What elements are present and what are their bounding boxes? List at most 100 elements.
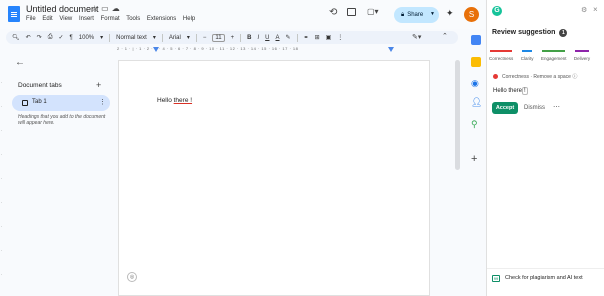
font-size-input[interactable]: 11 <box>212 33 225 42</box>
suggestion-text: Hello there <box>493 88 523 94</box>
toolbar-divider <box>296 33 298 42</box>
ruler-tick: · <box>1 152 3 157</box>
suggestion-preview: Hello there! <box>493 87 528 95</box>
insert-image-icon[interactable]: ▣ <box>326 34 332 41</box>
accept-button[interactable]: Accept <box>492 102 518 114</box>
close-icon[interactable]: × <box>593 5 598 14</box>
share-button[interactable]: 🔒︎ Share ▼ <box>394 7 439 23</box>
tab-correctness[interactable]: Correctness <box>489 50 513 61</box>
text-color-icon[interactable]: A <box>276 35 280 41</box>
document-title[interactable]: Untitled document <box>26 4 99 14</box>
ruler-tick: · <box>1 176 3 181</box>
spellcheck-icon[interactable]: ✓ <box>59 34 64 41</box>
editing-mode-icon[interactable]: ✎▾ <box>412 33 421 41</box>
menu-file[interactable]: File <box>26 16 36 22</box>
docs-logo-icon[interactable] <box>8 6 20 22</box>
document-body-text[interactable]: Hello there ! <box>157 97 192 104</box>
add-tab-icon[interactable]: + <box>96 80 101 90</box>
version-history-icon[interactable]: ⟲ <box>329 7 337 18</box>
style-select[interactable]: Normal text <box>116 35 147 41</box>
maps-icon[interactable]: ⚲ <box>471 119 478 130</box>
more-options-icon[interactable]: ⋮ <box>337 34 343 41</box>
menu-tools[interactable]: Tools <box>126 16 140 22</box>
menu-format[interactable]: Format <box>101 16 120 22</box>
italic-icon[interactable]: I <box>257 35 259 41</box>
comments-icon[interactable] <box>347 8 356 16</box>
chevron-down-icon[interactable]: ▾ <box>153 34 156 41</box>
horizontal-ruler[interactable]: 2 · 1 · | · 1 · 2 · 3 · 4 · 5 · 6 · 7 · … <box>117 46 434 54</box>
search-menus-icon[interactable]: 🔍︎ <box>12 34 20 41</box>
hide-menus-icon[interactable]: ⌃ <box>442 32 448 40</box>
get-addons-icon[interactable]: + <box>471 153 477 165</box>
plagiarism-check-label: Check for plagiarism and AI text <box>505 275 583 281</box>
menu-view[interactable]: View <box>59 16 72 22</box>
keep-icon[interactable] <box>471 57 481 67</box>
add-comment-icon[interactable]: ⊞ <box>315 34 320 41</box>
bold-icon[interactable]: B <box>247 35 251 41</box>
insert-link-icon[interactable]: ⚭ <box>304 34 309 41</box>
left-indent-marker[interactable] <box>153 47 159 52</box>
more-vert-icon[interactable]: ⋮ <box>99 98 106 106</box>
title-bar: Untitled document ☆▭☁ File Edit View Ins… <box>0 0 485 29</box>
decrease-font-icon[interactable]: − <box>203 35 207 41</box>
zoom-select[interactable]: 100% <box>79 35 94 41</box>
tab-engagement[interactable]: Engagement <box>541 50 566 61</box>
dismiss-button[interactable]: Dismiss <box>524 105 545 111</box>
card-action: Remove a space <box>533 74 571 80</box>
toolbar-divider <box>109 33 111 42</box>
chevron-down-icon[interactable]: ▾ <box>100 34 103 41</box>
increase-font-icon[interactable]: + <box>231 35 235 41</box>
panel-heading: Review suggestion 1 <box>492 29 568 37</box>
meet-icon[interactable]: ▢▾ <box>367 7 379 16</box>
toolbar-divider <box>240 33 242 42</box>
plagiarism-icon: 99 <box>492 275 500 282</box>
ruler-tick: · <box>1 200 3 205</box>
suggestion-card-header[interactable]: Correctness · Remove a space ⓘ <box>493 73 577 80</box>
back-arrow-icon[interactable]: ← <box>15 57 25 68</box>
text-flagged-error[interactable]: there ! <box>174 97 192 104</box>
move-folder-icon[interactable]: ▭ <box>101 4 112 13</box>
scrollbar[interactable] <box>455 60 460 170</box>
info-icon[interactable]: ⓘ <box>572 74 577 80</box>
lock-icon: 🔒︎ <box>401 11 405 18</box>
ruler-tick: · <box>1 104 3 109</box>
tasks-icon[interactable]: ◉ <box>471 78 479 89</box>
plagiarism-check-footer[interactable]: 99 Check for plagiarism and AI text <box>487 268 604 288</box>
print-icon[interactable]: ⎙ <box>48 34 53 41</box>
tab-item[interactable]: Tab 1 ⋮ <box>12 95 110 111</box>
menu-help[interactable]: Help <box>183 16 195 22</box>
more-options-icon[interactable]: ⋯ <box>553 103 560 111</box>
avatar[interactable]: S <box>464 7 479 22</box>
panel-heading-label: Review suggestion <box>492 29 556 36</box>
ruler-tick: · <box>1 248 3 253</box>
calendar-icon[interactable] <box>471 35 481 45</box>
suggestion-count-badge: 1 <box>559 29 568 37</box>
underline-icon[interactable]: U <box>265 35 269 41</box>
ruler-tick: · <box>1 272 3 277</box>
grammarly-logo-icon: G <box>492 6 502 16</box>
cloud-status-icon[interactable]: ☁ <box>112 4 123 13</box>
redo-icon[interactable]: ↷ <box>37 34 42 41</box>
contacts-icon[interactable]: 👤︎ <box>471 97 482 108</box>
text-normal: Hello <box>157 97 174 104</box>
font-select[interactable]: Arial <box>169 35 181 41</box>
tab-delivery[interactable]: Delivery <box>574 50 590 61</box>
menu-edit[interactable]: Edit <box>42 16 52 22</box>
vertical-ruler[interactable]: · · · · · · · · · <box>0 56 6 296</box>
settings-icon[interactable]: ⚙ <box>581 6 587 14</box>
menu-insert[interactable]: Insert <box>79 16 94 22</box>
menu-extensions[interactable]: Extensions <box>147 16 176 22</box>
toolbar-divider <box>195 33 197 42</box>
chevron-down-icon[interactable]: ▾ <box>187 34 190 41</box>
chevron-down-icon[interactable]: ▼ <box>430 11 435 17</box>
card-category: Correctness <box>502 74 529 80</box>
highlight-icon[interactable]: ✎ <box>286 34 291 41</box>
gemini-icon[interactable]: ✦ <box>446 8 454 19</box>
paint-format-icon[interactable]: ¶ <box>70 35 73 41</box>
star-icon[interactable]: ☆ <box>91 4 101 13</box>
explore-icon[interactable]: ◎ <box>127 272 137 282</box>
tab-clarity[interactable]: Clarity <box>521 50 533 61</box>
undo-icon[interactable]: ↶ <box>26 34 31 41</box>
right-indent-marker[interactable] <box>388 47 394 52</box>
document-page[interactable]: Hello there ! <box>118 60 430 296</box>
